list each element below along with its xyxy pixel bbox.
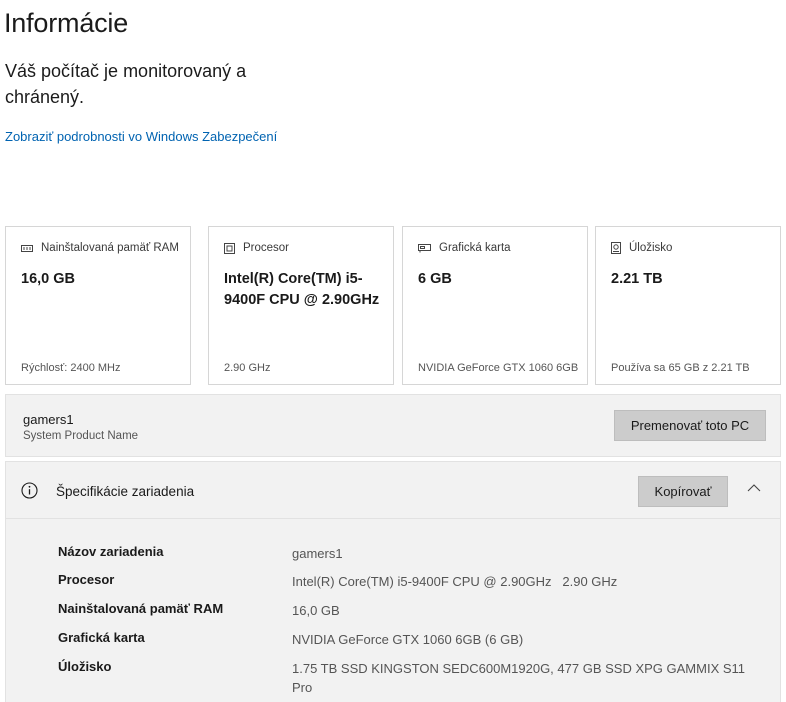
spec-value: Intel(R) Core(TM) i5-9400F CPU @ 2.90GHz… [292,574,618,589]
graphics-card-label: Grafická karta [439,242,511,254]
ram-card-speed: Rýchlosť: 2400 MHz [21,362,121,374]
rename-pc-button[interactable]: Premenovať toto PC [614,410,766,441]
processor-card-header: Procesor [224,242,289,254]
device-specs-header[interactable]: Špecifikácie zariadenia Kopírovať [5,461,781,519]
pc-name: gamers1 [23,412,74,427]
storage-card-header: Úložisko [611,242,672,254]
spec-value: 16,0 GB [292,603,340,618]
graphics-card-value: 6 GB [418,271,452,287]
pc-name-panel: gamers1 System Product Name Premenovať t… [5,394,781,457]
storage-card: Úložisko 2.21 TB Používa sa 65 GB z 2.21… [595,226,781,385]
spec-value: NVIDIA GeForce GTX 1060 6GB (6 GB) [292,632,524,647]
pc-model: System Product Name [23,430,139,442]
spec-value: 1.75 TB SSD KINGSTON SEDC600M1920G, 477 … [292,661,746,695]
spec-key: Úložisko [58,659,112,674]
processor-icon [224,242,235,254]
processor-card-speed: 2.90 GHz [224,362,271,374]
storage-card-usage: Používa sa 65 GB z 2.21 TB [611,362,750,374]
ram-card-label: Nainštalovaná pamäť RAM [41,242,179,254]
storage-card-label: Úložisko [629,242,673,254]
processor-card: Procesor Intel(R) Core(TM) i5-9400F CPU … [208,226,394,385]
spec-key: Názov zariadenia [58,544,164,559]
device-specs-label: Špecifikácie zariadenia [56,484,195,499]
ram-card: Nainštalovaná pamäť RAM 16,0 GB Rýchlosť… [5,226,191,385]
ram-card-value: 16,0 GB [21,271,75,287]
chevron-up-icon[interactable] [746,480,762,496]
memory-icon [21,244,33,252]
graphics-card-card: Grafická karta 6 GB NVIDIA GeForce GTX 1… [402,226,588,385]
protection-status-text: Váš počítač je monitorovaný a chránený. [5,61,247,107]
graphics-card-model: NVIDIA GeForce GTX 1060 6GB [418,362,579,374]
copy-button[interactable]: Kopírovať [638,476,728,507]
device-specs-list: Názov zariadenia gamers1 Procesor Intel(… [5,519,781,702]
spec-key: Nainštalovaná pamäť RAM [58,601,224,616]
spec-key: Grafická karta [58,630,145,645]
page-title: Informácie [4,8,129,38]
processor-card-value: Intel(R) Core(TM) i5-9400F CPU @ 2.90GHz [224,271,380,308]
storage-icon [611,242,621,254]
ram-card-header: Nainštalovaná pamäť RAM [21,242,179,254]
graphics-card-header: Grafická karta [418,242,511,254]
info-icon [21,482,38,499]
graphics-card-icon [418,244,431,253]
spec-value: gamers1 [292,546,343,561]
processor-card-label: Procesor [243,242,290,254]
storage-card-value: 2.21 TB [611,271,663,287]
spec-key: Procesor [58,572,115,587]
security-details-link[interactable]: Zobraziť podrobnosti vo Windows Zabezpeč… [5,129,277,144]
